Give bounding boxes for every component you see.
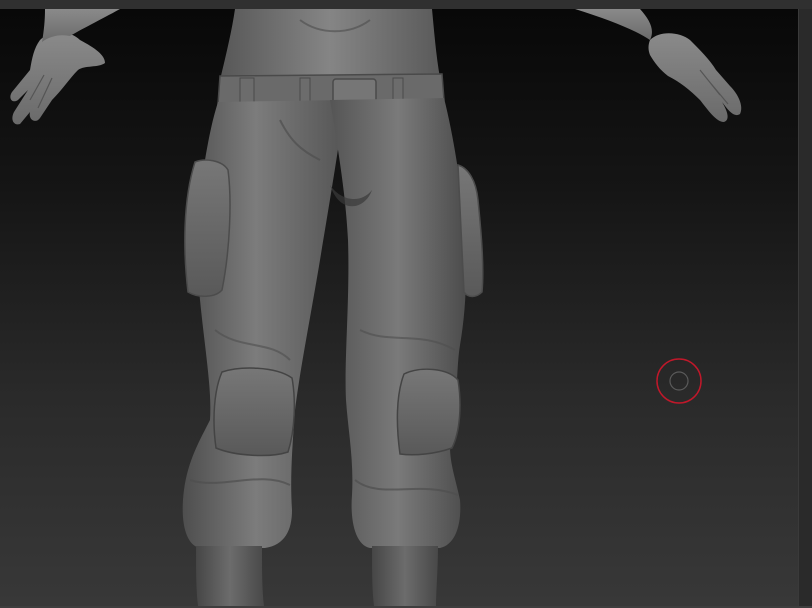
left-boot[interactable] xyxy=(196,546,264,606)
sculpt-model[interactable] xyxy=(0,9,799,606)
3d-viewport-canvas[interactable] xyxy=(0,9,799,606)
brush-cursor[interactable] xyxy=(656,358,702,404)
circle-brush-cursor-icon xyxy=(656,358,702,404)
left-knee-pad[interactable] xyxy=(213,367,296,457)
right-tray-edge[interactable] xyxy=(798,9,812,608)
left-hand[interactable] xyxy=(10,32,105,125)
pants-right-leg[interactable] xyxy=(330,98,467,548)
zbrush-app-window xyxy=(0,0,812,608)
belt-loop-left xyxy=(239,77,255,105)
right-hand[interactable] xyxy=(648,33,742,122)
right-boot[interactable] xyxy=(372,546,438,606)
torso[interactable] xyxy=(220,9,440,80)
right-forearm[interactable] xyxy=(575,9,652,40)
left-side-pocket[interactable] xyxy=(184,159,231,297)
right-knee-pad[interactable] xyxy=(396,368,461,456)
top-menu-strip xyxy=(0,0,812,9)
brush-inner-ring xyxy=(669,371,689,391)
belt-loop-mid xyxy=(299,77,311,105)
